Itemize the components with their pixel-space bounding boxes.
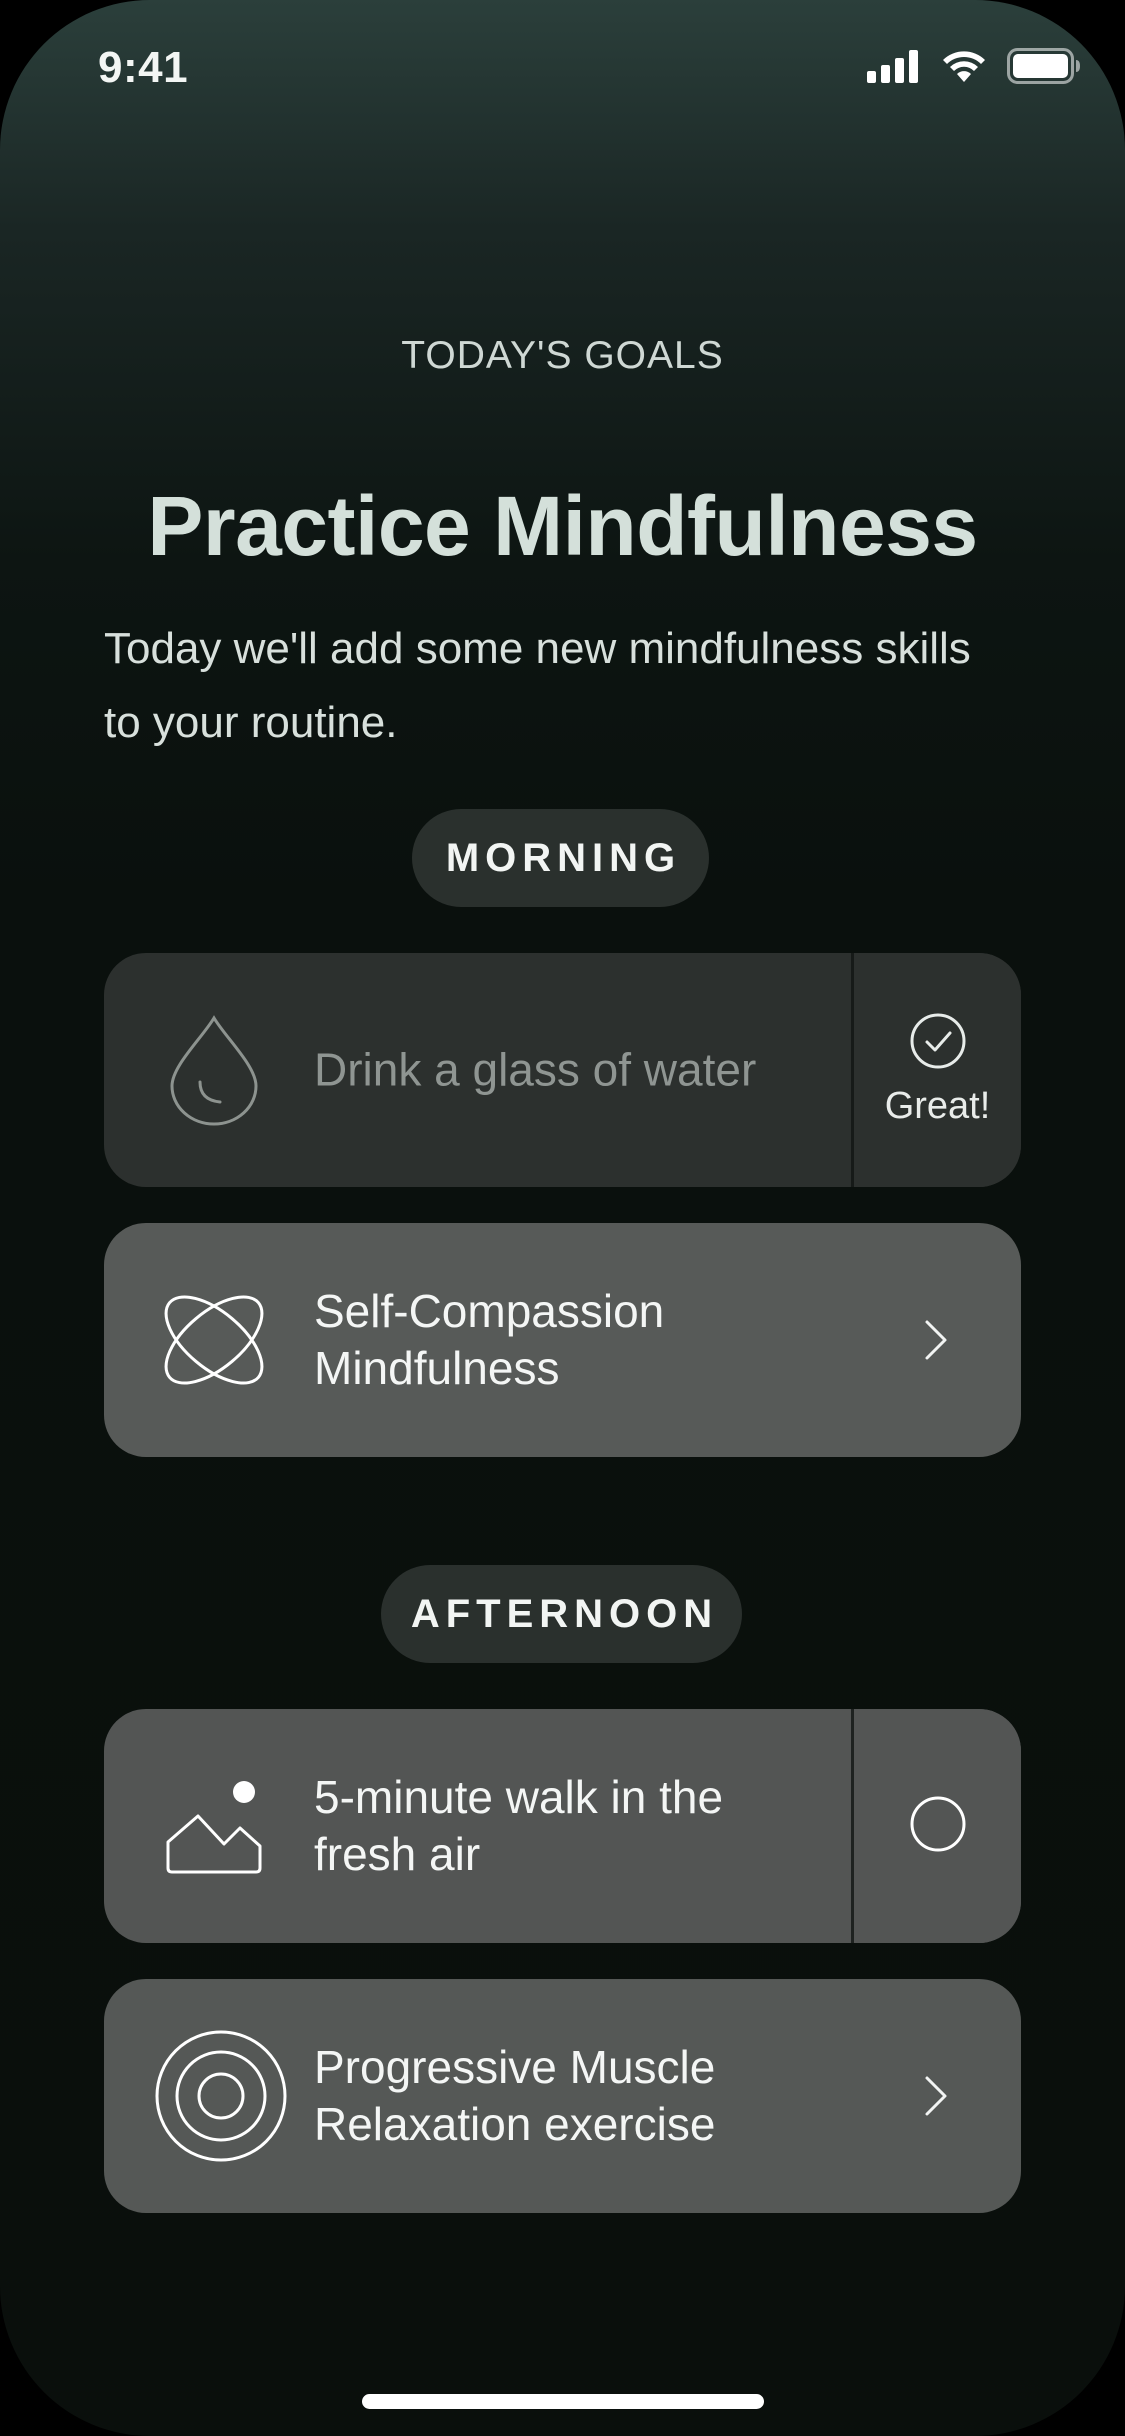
chevron-right-icon: [917, 1310, 957, 1370]
goal-card-muscle-relaxation[interactable]: Progressive Muscle Relaxation exercise: [104, 1979, 1021, 2213]
goal-status-text: Great!: [884, 1085, 991, 1127]
section-eyebrow: TODAY'S GOALS: [401, 334, 724, 377]
goal-card-body[interactable]: Drink a glass of water: [104, 953, 851, 1187]
home-indicator[interactable]: [362, 2394, 764, 2409]
empty-circle-icon: [909, 1795, 967, 1858]
section-label-morning: MORNING: [412, 809, 709, 907]
goal-card-label: 5-minute walk in the fresh air: [314, 1771, 724, 1880]
wifi-icon: [941, 49, 987, 88]
goal-card-body[interactable]: Progressive Muscle Relaxation exercise: [104, 1979, 1021, 2213]
concentric-circles-icon: [154, 2029, 288, 2163]
check-circle-icon: [909, 1012, 967, 1075]
status-bar-time: 9:41: [98, 43, 189, 92]
mountain-sun-icon: [156, 1768, 272, 1884]
water-drop-icon: [156, 1012, 272, 1128]
goal-complete-toggle[interactable]: Great!: [851, 953, 1021, 1187]
goal-card-label: Drink a glass of water: [314, 1043, 757, 1096]
goal-card-drink-water[interactable]: Drink a glass of water Great!: [104, 953, 1021, 1187]
goal-card-walk[interactable]: 5-minute walk in the fresh air: [104, 1709, 1021, 1943]
battery-icon: [1007, 47, 1081, 89]
goal-card-label: Progressive Muscle Relaxation exercise: [314, 2041, 716, 2150]
goal-card-body[interactable]: Self-Compassion Mindfulness: [104, 1223, 1021, 1457]
atom-orbit-icon: [156, 1282, 272, 1398]
page-subtitle: Today we'll add some new mindfulness ski…: [104, 624, 971, 747]
goal-card-body[interactable]: 5-minute walk in the fresh air: [104, 1709, 851, 1943]
app-screen: 9:41 TODAY'S GOALS Practice Mindfulness …: [0, 0, 1125, 2436]
cellular-signal-icon: [867, 49, 921, 88]
chevron-right-icon: [917, 2066, 957, 2126]
goal-card-label: Self-Compassion Mindfulness: [314, 1285, 665, 1394]
page-title: Practice Mindfulness: [147, 479, 978, 573]
goal-card-self-compassion[interactable]: Self-Compassion Mindfulness: [104, 1223, 1021, 1457]
status-bar-icons: [867, 47, 1081, 89]
goal-complete-toggle[interactable]: [851, 1709, 1021, 1943]
section-label-afternoon: AFTERNOON: [381, 1565, 742, 1663]
